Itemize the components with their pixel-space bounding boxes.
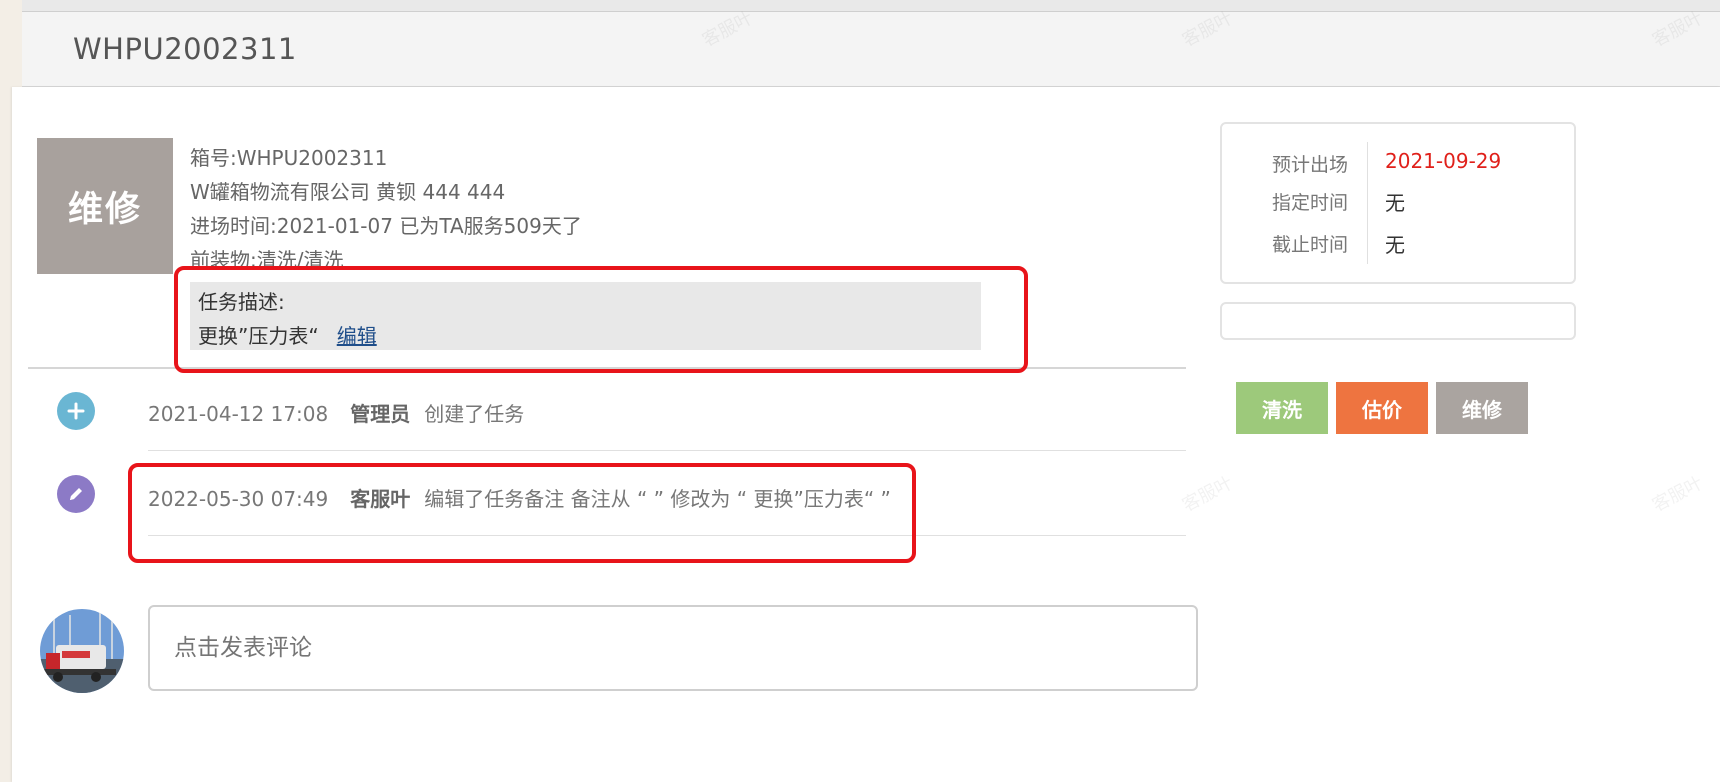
plus-icon — [57, 392, 95, 430]
schedule-divider — [1367, 142, 1368, 264]
expected-exit-value: 2021-09-29 — [1385, 149, 1502, 173]
pencil-icon — [57, 475, 95, 513]
annotation-highlight-task — [174, 266, 1028, 373]
page-title: WHPU2002311 — [73, 32, 297, 66]
entry-time-line: 进场时间:2021-01-07 已为TA服务509天了 — [190, 214, 582, 238]
event-time: 2021-04-12 17:08 — [148, 402, 329, 426]
expected-exit-label: 预计出场 — [1271, 154, 1348, 176]
status-tile: 维修 — [37, 138, 173, 274]
annotation-highlight-event — [128, 463, 916, 563]
page-header: WHPU2002311 — [22, 12, 1720, 87]
event-user: 管理员 — [350, 402, 411, 426]
assigned-time-label: 指定时间 — [1271, 192, 1348, 214]
avatar — [40, 609, 124, 693]
clean-button[interactable]: 清洗 — [1236, 382, 1328, 434]
schedule-card: 预计出场 2021-09-29 指定时间 无 截止时间 无 — [1220, 122, 1576, 284]
empty-info-box — [1220, 302, 1576, 340]
company-line: W罐箱物流有限公司 黄钡 444 444 — [190, 180, 506, 204]
top-strip — [22, 0, 1720, 12]
assigned-time-value: 无 — [1385, 191, 1405, 215]
comment-input[interactable] — [148, 605, 1198, 691]
event-separator — [148, 450, 1186, 451]
deadline-label: 截止时间 — [1271, 234, 1348, 256]
repair-button[interactable]: 维修 — [1436, 382, 1528, 434]
event-created: 2021-04-12 17:08 管理员 创建了任务 — [148, 398, 524, 427]
estimate-button[interactable]: 估价 — [1336, 382, 1428, 434]
deadline-value: 无 — [1385, 233, 1405, 257]
event-action: 创建了任务 — [424, 402, 525, 426]
box-number: 箱号:WHPU2002311 — [190, 146, 388, 170]
